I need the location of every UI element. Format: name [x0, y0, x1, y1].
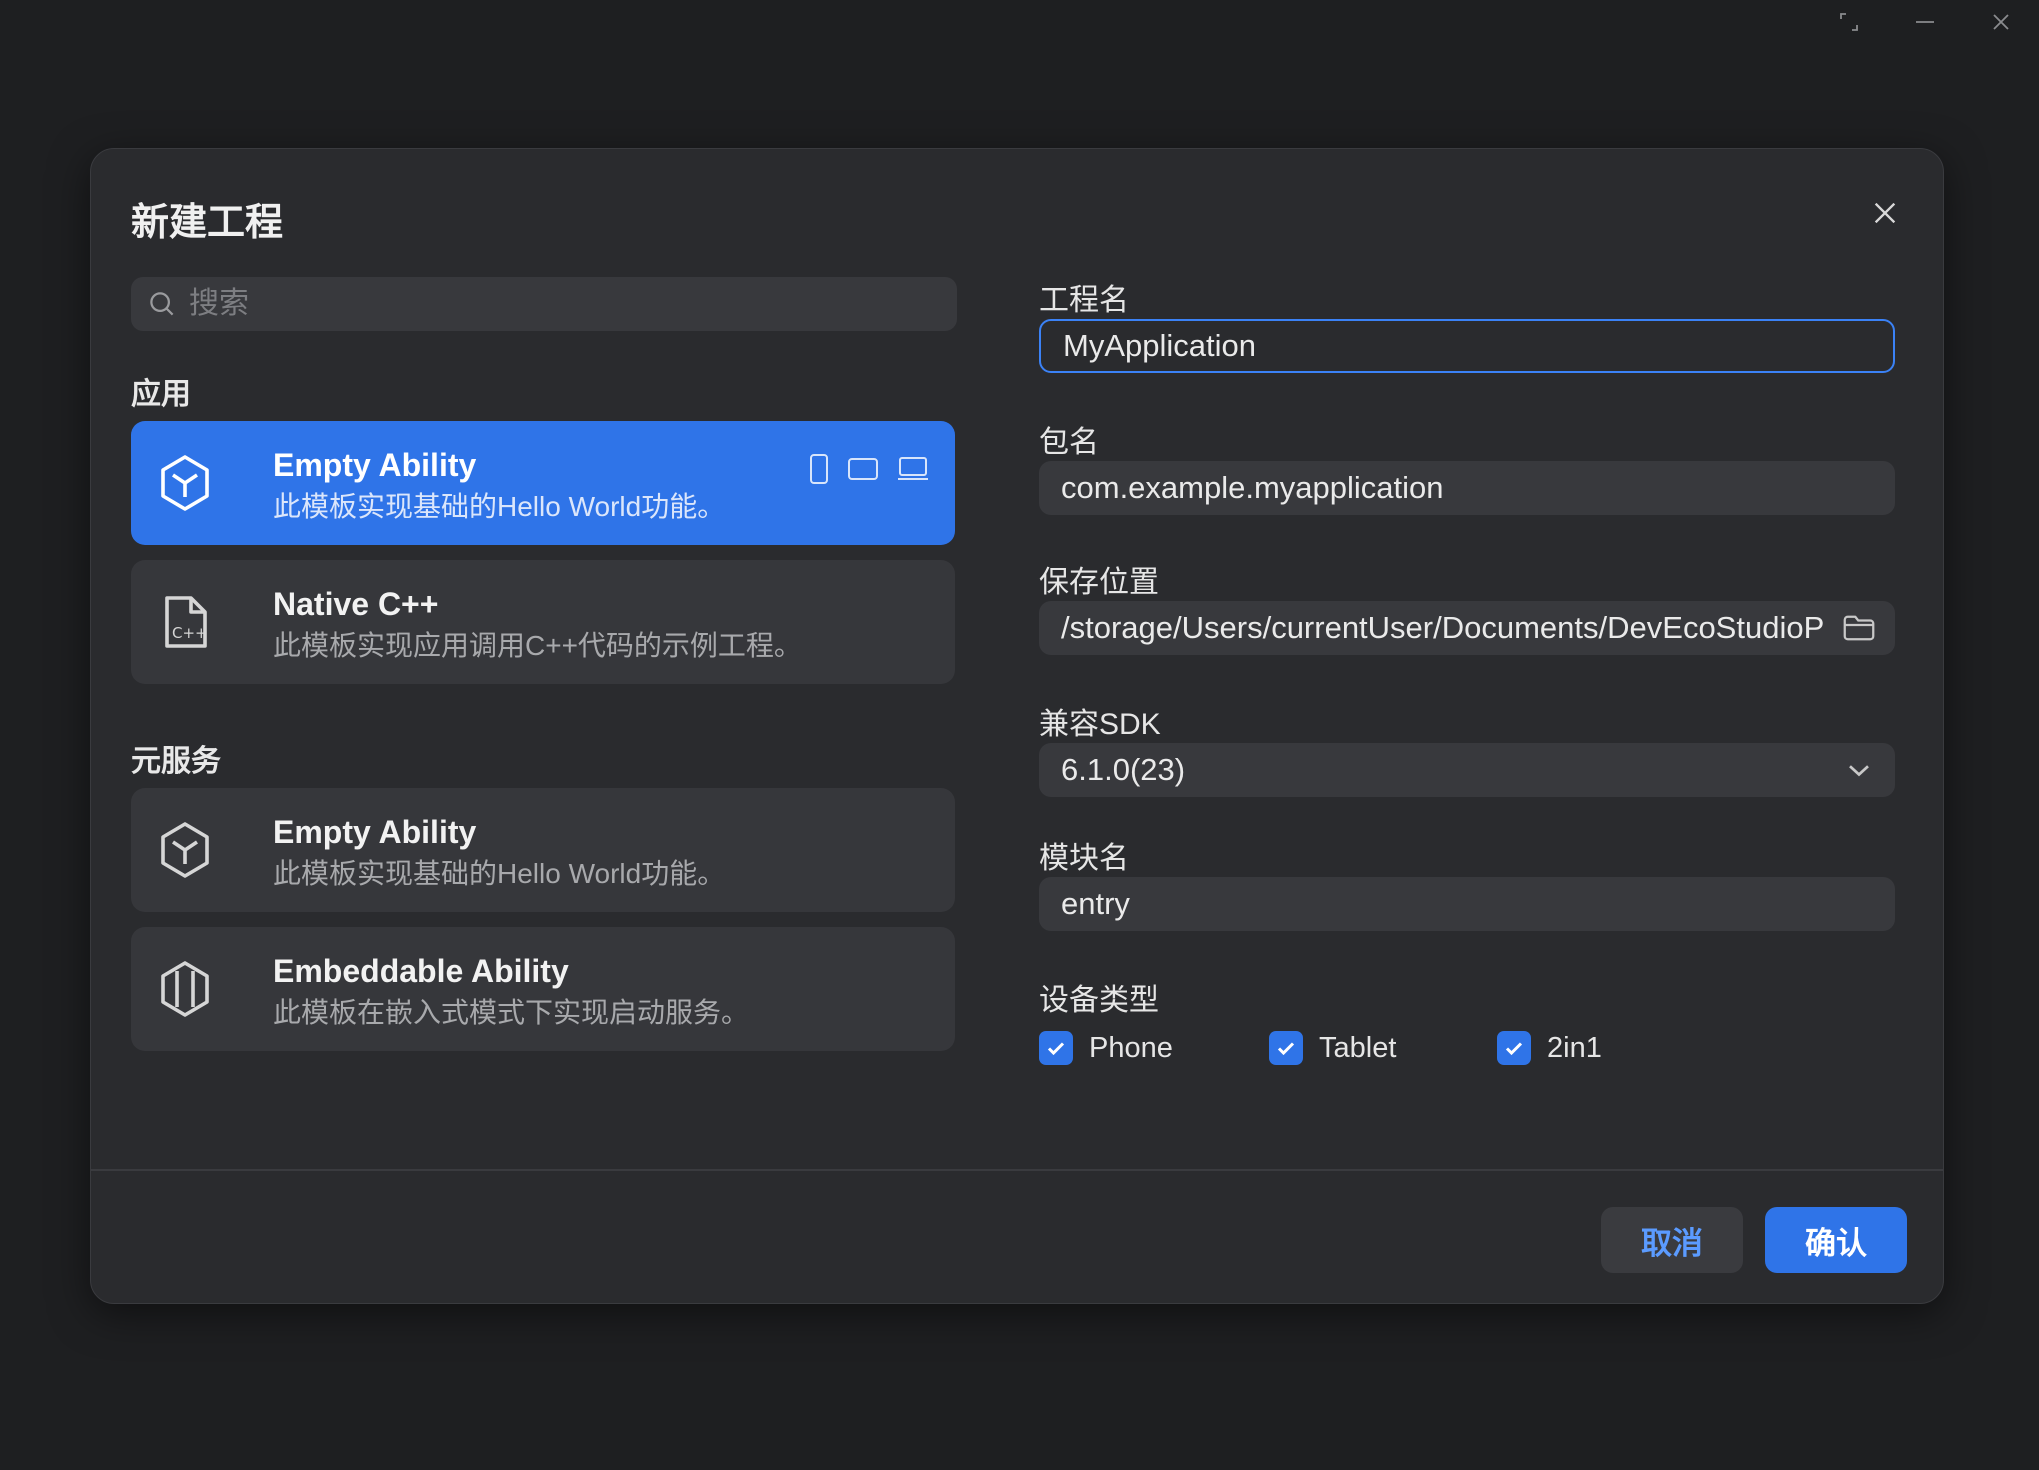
module-name-value: entry — [1061, 886, 1130, 921]
template-card-native-cpp[interactable]: C++ Native C++ 此模板实现应用调用C++代码的示例工程。 — [131, 560, 955, 684]
svg-text:C++: C++ — [172, 624, 208, 642]
dialog-title: 新建工程 — [131, 202, 284, 244]
template-title: Native C++ — [273, 586, 439, 622]
template-search[interactable] — [131, 277, 957, 331]
section-app-label: 应用 — [131, 378, 191, 411]
module-name-field[interactable]: entry — [1039, 877, 1895, 931]
check-label: Phone — [1089, 1031, 1173, 1064]
minimize-icon[interactable] — [1887, 0, 1963, 44]
sdk-select[interactable]: 6.1.0(23) — [1039, 743, 1895, 797]
template-card-empty-ability-atomic[interactable]: Empty Ability 此模板实现基础的Hello World功能。 — [131, 788, 955, 912]
window-close-icon[interactable] — [1963, 0, 2039, 44]
section-atomic-label: 元服务 — [131, 745, 221, 778]
project-name-field[interactable]: MyApplication — [1039, 319, 1895, 373]
cube-icon — [161, 822, 209, 878]
check-icon — [1505, 1042, 1523, 1056]
cancel-button[interactable]: 取消 — [1601, 1207, 1743, 1273]
new-project-dialog: 新建工程 应用 Empty Ability 此模板实现基础的Hello Worl… — [90, 148, 1944, 1304]
confirm-button[interactable]: 确认 — [1765, 1207, 1907, 1273]
template-description: 此模板实现基础的Hello World功能。 — [273, 858, 726, 889]
check-label: 2in1 — [1547, 1031, 1602, 1064]
cpp-file-icon: C++ — [165, 596, 208, 648]
device-check-tablet[interactable]: Tablet — [1269, 1031, 1497, 1065]
save-location-field[interactable]: /storage/Users/currentUser/Documents/Dev… — [1039, 601, 1895, 655]
search-input[interactable] — [189, 287, 949, 321]
template-description: 此模板实现应用调用C++代码的示例工程。 — [273, 630, 802, 661]
device-check-2in1[interactable]: 2in1 — [1497, 1031, 1602, 1065]
device-icons — [809, 453, 929, 485]
tablet-icon — [848, 458, 878, 480]
template-card-empty-ability-app[interactable]: Empty Ability 此模板实现基础的Hello World功能。 — [131, 421, 955, 545]
package-name-value: com.example.myapplication — [1061, 470, 1444, 505]
template-title: Embeddable Ability — [273, 953, 569, 989]
restore-icon[interactable] — [1811, 0, 1887, 44]
footer-divider — [91, 1169, 1943, 1171]
template-title: Empty Ability — [273, 447, 477, 483]
project-name-label: 工程名 — [1039, 284, 1129, 317]
folder-icon[interactable] — [1841, 610, 1877, 646]
package-name-label: 包名 — [1039, 426, 1099, 459]
embed-icon — [161, 961, 209, 1017]
phone-icon — [810, 454, 828, 484]
template-title: Empty Ability — [273, 814, 477, 850]
chevron-down-icon — [1849, 765, 1869, 777]
check-label: Tablet — [1319, 1031, 1397, 1064]
sdk-value: 6.1.0(23) — [1061, 752, 1186, 787]
template-description: 此模板实现基础的Hello World功能。 — [273, 491, 726, 522]
project-name-value: MyApplication — [1063, 328, 1256, 363]
checkbox[interactable] — [1497, 1031, 1531, 1065]
module-name-label: 模块名 — [1039, 842, 1129, 875]
close-icon — [1874, 202, 1896, 224]
check-icon — [1047, 1042, 1065, 1056]
laptop-icon — [898, 457, 928, 480]
save-location-label: 保存位置 — [1039, 566, 1159, 599]
cube-icon — [161, 455, 209, 511]
window-controls — [1811, 0, 2039, 44]
template-card-embeddable-ability[interactable]: Embeddable Ability 此模板在嵌入式模式下实现启动服务。 — [131, 927, 955, 1051]
checkbox[interactable] — [1269, 1031, 1303, 1065]
package-name-field[interactable]: com.example.myapplication — [1039, 461, 1895, 515]
device-type-checks: Phone Tablet 2in1 — [1039, 1031, 1602, 1065]
dialog-close-button[interactable] — [1865, 193, 1905, 233]
checkbox[interactable] — [1039, 1031, 1073, 1065]
save-location-value: /storage/Users/currentUser/Documents/Dev… — [1061, 610, 1825, 645]
device-type-label: 设备类型 — [1039, 984, 1159, 1017]
check-icon — [1277, 1042, 1295, 1056]
template-description: 此模板在嵌入式模式下实现启动服务。 — [273, 997, 750, 1028]
search-icon — [150, 292, 174, 316]
sdk-label: 兼容SDK — [1039, 708, 1161, 741]
device-check-phone[interactable]: Phone — [1039, 1031, 1269, 1065]
